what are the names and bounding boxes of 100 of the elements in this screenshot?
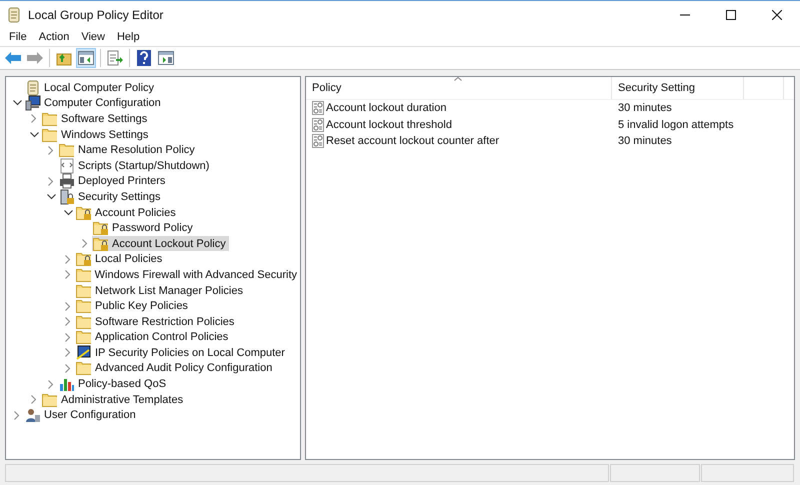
tree-label[interactable]: Application Control Policies xyxy=(95,331,228,344)
tree-item[interactable]: Network List Manager Policies xyxy=(75,283,246,298)
folder-icon xyxy=(42,112,58,126)
tree-item[interactable]: Name Resolution Policy xyxy=(58,142,198,158)
toolbar-button[interactable] xyxy=(134,48,154,68)
tree-item[interactable]: Scripts (Startup/Shutdown) xyxy=(58,158,212,174)
policy-icon xyxy=(312,101,324,116)
chevron-down-icon[interactable] xyxy=(12,100,22,106)
tree-item[interactable]: Computer Configuration xyxy=(24,96,164,111)
folder-icon xyxy=(42,128,58,142)
chevron-down-icon[interactable] xyxy=(30,132,38,138)
tree-label[interactable]: Network List Manager Policies xyxy=(95,284,243,297)
locked-server-icon xyxy=(59,188,75,205)
chevron-right-icon[interactable] xyxy=(65,348,71,358)
chevron-right-icon[interactable] xyxy=(82,239,88,248)
tree-item[interactable]: Public Key Policies xyxy=(75,298,191,314)
column-header[interactable]: Policy xyxy=(306,77,612,99)
toolbar-button[interactable] xyxy=(105,48,125,68)
policy-icon xyxy=(312,134,324,148)
tree-item[interactable]: IP Security Policies on Local Computer xyxy=(75,345,288,360)
tree-label[interactable]: Scripts (Startup/Shutdown) xyxy=(78,160,210,172)
tree-label[interactable]: Windows Settings xyxy=(61,128,148,141)
chevron-right-icon[interactable] xyxy=(31,114,37,124)
chevron-right-icon[interactable] xyxy=(65,254,71,264)
menu-item[interactable]: View xyxy=(75,31,111,43)
folder-icon xyxy=(76,361,92,376)
folder-icon xyxy=(76,314,92,329)
locked-folder-icon xyxy=(76,252,92,266)
tree-item[interactable]: User Configuration xyxy=(24,408,139,423)
tree-item[interactable]: Account Policies xyxy=(75,205,179,220)
chevron-right-icon[interactable] xyxy=(65,317,71,326)
chevron-down-icon[interactable] xyxy=(64,210,72,216)
tree-item[interactable]: Password Policy xyxy=(92,220,196,236)
tree-label[interactable]: IP Security Policies on Local Computer xyxy=(95,346,285,359)
tree-label[interactable]: Local Policies xyxy=(95,253,162,266)
tree-item[interactable]: Windows Firewall with Advanced Security xyxy=(74,267,300,282)
chevron-right-icon[interactable] xyxy=(65,302,71,311)
toolbar-button[interactable] xyxy=(76,48,96,68)
tree-item[interactable]: Policy-based QoS xyxy=(58,376,170,392)
close-icon[interactable] xyxy=(772,10,782,20)
tree-label[interactable]: Software Settings xyxy=(61,112,148,125)
column-header[interactable]: Security Setting xyxy=(612,77,744,99)
maximize-icon[interactable] xyxy=(726,10,736,20)
tree-label[interactable]: Advanced Audit Policy Configuration xyxy=(95,362,272,374)
folder-icon xyxy=(42,392,58,407)
chevron-right-icon[interactable] xyxy=(48,380,54,389)
menu-item[interactable]: Action xyxy=(32,31,76,43)
tree-label[interactable]: Public Key Policies xyxy=(95,300,188,312)
tree-item[interactable]: Advanced Audit Policy Configuration xyxy=(75,360,276,376)
folder-icon xyxy=(76,268,92,282)
chevron-right-icon[interactable] xyxy=(48,146,54,155)
tree-item[interactable]: Software Settings xyxy=(41,111,150,126)
tree-label[interactable]: Account Lockout Policy xyxy=(112,238,226,250)
chevron-right-icon[interactable] xyxy=(65,364,71,373)
tree-label[interactable]: Windows Firewall with Advanced Security xyxy=(94,268,297,281)
tree-item[interactable]: Local Policies xyxy=(75,252,166,267)
computer-icon xyxy=(25,95,41,112)
tree-item[interactable]: Software Restriction Policies xyxy=(75,314,238,330)
tree-label[interactable]: Policy-based QoS xyxy=(78,378,166,390)
tree-label[interactable]: Administrative Templates xyxy=(61,394,184,406)
chevron-right-icon[interactable] xyxy=(31,395,37,404)
user-icon xyxy=(25,407,41,424)
menu-item[interactable]: File xyxy=(3,31,33,43)
tree-label[interactable]: Deployed Printers xyxy=(78,175,166,188)
tree-label[interactable]: Password Policy xyxy=(112,222,193,234)
folder-icon xyxy=(59,143,75,158)
printer-icon xyxy=(59,173,75,190)
chevron-right-icon[interactable] xyxy=(64,270,71,280)
menu-item[interactable]: Help xyxy=(110,31,146,43)
policy-name[interactable]: Reset account lockout counter after xyxy=(326,135,500,148)
tree-label[interactable]: Security Settings xyxy=(78,190,161,203)
chevron-right-icon[interactable] xyxy=(14,410,20,420)
tree-item[interactable]: Windows Settings xyxy=(41,127,152,142)
policy-icon xyxy=(312,118,324,132)
tree-item[interactable]: Local Computer Policy xyxy=(24,80,158,96)
tree-item[interactable]: Administrative Templates xyxy=(41,392,186,408)
tree-label[interactable]: Name Resolution Policy xyxy=(78,144,195,156)
monitor-icon xyxy=(76,344,92,361)
chevron-down-icon[interactable] xyxy=(46,194,56,200)
folder-icon xyxy=(76,299,92,314)
scroll-icon xyxy=(7,6,21,22)
script-document-icon xyxy=(59,158,75,174)
scroll-icon xyxy=(25,80,41,96)
tree-item[interactable]: Application Control Policies xyxy=(75,330,232,345)
tree-item[interactable]: Account Lockout Policy xyxy=(92,236,229,252)
chevron-right-icon[interactable] xyxy=(48,176,54,186)
tree-label[interactable]: Software Restriction Policies xyxy=(95,316,234,328)
locked-folder-icon xyxy=(93,221,109,236)
tree-item[interactable]: Security Settings xyxy=(58,189,164,204)
setting-value: 30 minutes xyxy=(618,102,672,114)
chevron-right-icon[interactable] xyxy=(65,332,71,342)
policy-name[interactable]: Account lockout threshold xyxy=(326,118,452,131)
tree-label[interactable]: Account Policies xyxy=(95,206,176,219)
tree-label[interactable]: Computer Configuration xyxy=(44,97,161,110)
tree-label[interactable]: Local Computer Policy xyxy=(44,82,154,94)
tree-item[interactable]: Deployed Printers xyxy=(58,174,168,189)
tree-label[interactable]: User Configuration xyxy=(44,409,136,422)
toolbar-button[interactable] xyxy=(156,48,176,68)
policy-name[interactable]: Account lockout duration xyxy=(326,102,446,114)
locked-folder-icon xyxy=(93,236,109,251)
